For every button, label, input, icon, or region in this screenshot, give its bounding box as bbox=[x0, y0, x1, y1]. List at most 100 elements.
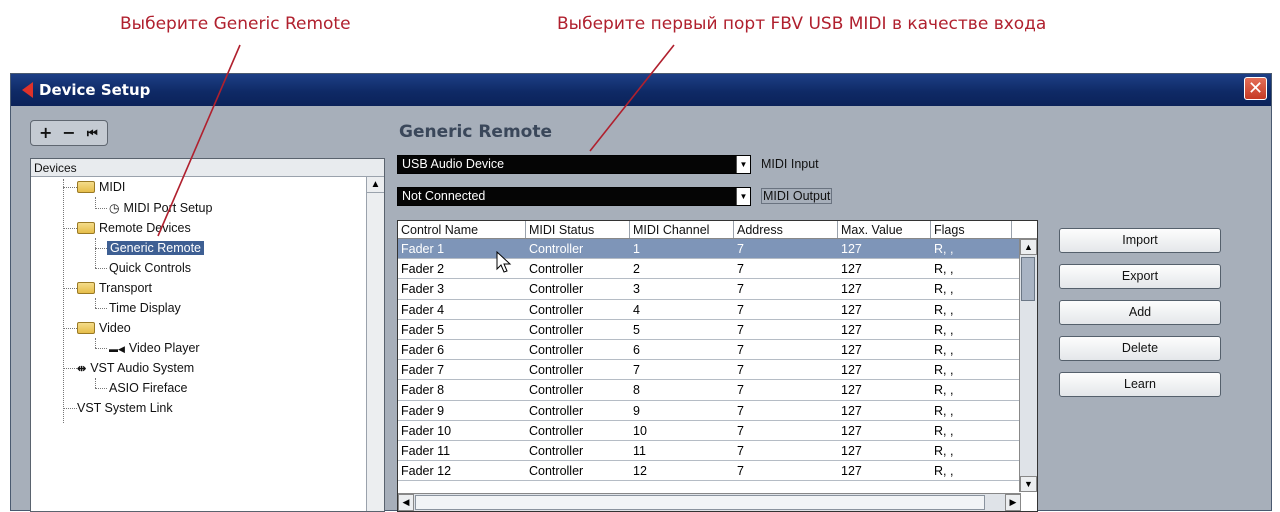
scroll-left-icon[interactable]: ◀ bbox=[398, 494, 414, 511]
table-cell: Fader 3 bbox=[401, 282, 445, 297]
table-cell: Controller bbox=[529, 403, 584, 418]
chevron-down-icon[interactable]: ▼ bbox=[736, 188, 750, 205]
table-cell: 4 bbox=[633, 302, 640, 317]
table-cell: 12 bbox=[633, 464, 647, 479]
table-cell: Fader 9 bbox=[401, 403, 445, 418]
reset-device-button[interactable]: ⏮ bbox=[82, 123, 102, 143]
remove-device-button[interactable]: − bbox=[59, 123, 79, 143]
tree-item-video[interactable]: Video bbox=[77, 319, 131, 337]
table-row[interactable]: Fader 11 Controller 11 7 127 R, , bbox=[398, 440, 1037, 462]
table-cell: R, , bbox=[934, 464, 954, 479]
column-header[interactable]: Address bbox=[734, 221, 838, 238]
table-cell: Controller bbox=[529, 302, 584, 317]
table-row[interactable]: Fader 5 Controller 5 7 127 R, , bbox=[398, 319, 1037, 340]
table-row[interactable]: Fader 7 Controller 7 7 127 R, , bbox=[398, 360, 1037, 381]
table-cell: 7 bbox=[737, 464, 744, 479]
column-header[interactable]: MIDI Channel bbox=[630, 221, 734, 238]
table-row[interactable]: Fader 1 Controller 1 7 127 R, , bbox=[398, 239, 1037, 260]
table-vertical-scrollbar[interactable]: ▲ ▼ bbox=[1019, 239, 1037, 492]
table-header: Control Name MIDI Status MIDI Channel Ad… bbox=[398, 221, 1037, 239]
annotation-select-generic-remote: Выберите Generic Remote bbox=[120, 14, 351, 34]
scroll-thumb[interactable] bbox=[1021, 257, 1035, 301]
midi-input-select[interactable]: USB Audio Device ▼ bbox=[397, 155, 751, 174]
table-row[interactable]: Fader 2 Controller 2 7 127 R, , bbox=[398, 259, 1037, 280]
table-cell: R, , bbox=[934, 342, 954, 357]
table-cell: Fader 5 bbox=[401, 322, 445, 337]
column-header[interactable]: Flags bbox=[931, 221, 1012, 238]
table-cell: 6 bbox=[633, 342, 640, 357]
table-cell: 2 bbox=[633, 262, 640, 277]
table-row[interactable]: Fader 4 Controller 4 7 127 R, , bbox=[398, 299, 1037, 320]
table-cell: Controller bbox=[529, 423, 584, 438]
close-icon: ✕ bbox=[1247, 78, 1264, 99]
table-cell: 127 bbox=[841, 322, 862, 337]
video-icon: ▬◀ bbox=[109, 344, 125, 354]
table-row[interactable]: Fader 12 Controller 12 7 127 R, , bbox=[398, 461, 1037, 482]
export-button[interactable]: Export bbox=[1059, 264, 1221, 289]
table-cell: 11 bbox=[633, 443, 646, 458]
controls-table: Control Name MIDI Status MIDI Channel Ad… bbox=[397, 220, 1038, 512]
add-button[interactable]: Add bbox=[1059, 300, 1221, 325]
table-cell: 7 bbox=[737, 383, 744, 398]
table-cell: Controller bbox=[529, 443, 584, 458]
tree-item-video-player[interactable]: ▬◀ Video Player bbox=[109, 339, 200, 357]
table-horizontal-scrollbar[interactable]: ◀ ▶ bbox=[398, 493, 1021, 511]
chevron-down-icon[interactable]: ▼ bbox=[736, 156, 750, 173]
tree-item-asio-fireface[interactable]: ASIO Fireface bbox=[109, 379, 188, 397]
table-cell: Controller bbox=[529, 363, 584, 378]
tree-item-time-display[interactable]: Time Display bbox=[109, 299, 181, 317]
table-cell: R, , bbox=[934, 423, 954, 438]
column-header[interactable]: Control Name bbox=[398, 221, 526, 238]
table-row[interactable]: Fader 6 Controller 6 7 127 R, , bbox=[398, 339, 1037, 361]
table-cell: 127 bbox=[841, 464, 862, 479]
column-header[interactable]: Max. Value bbox=[838, 221, 931, 238]
learn-button[interactable]: Learn bbox=[1059, 372, 1221, 397]
table-row[interactable]: Fader 8 Controller 8 7 127 R, , bbox=[398, 380, 1037, 401]
tree-item-generic-remote[interactable]: Generic Remote bbox=[107, 239, 205, 257]
tree-item-vst-system-link[interactable]: VST System Link bbox=[77, 399, 173, 417]
table-row[interactable]: Fader 3 Controller 3 7 127 R, , bbox=[398, 279, 1037, 300]
tree-item-quick-controls[interactable]: Quick Controls bbox=[109, 259, 191, 277]
table-cell: 127 bbox=[841, 363, 862, 378]
scroll-up-icon[interactable]: ▲ bbox=[367, 177, 384, 193]
scroll-thumb-horizontal[interactable] bbox=[415, 495, 985, 510]
scroll-down-icon[interactable]: ▼ bbox=[1020, 476, 1037, 492]
tree-item-vst-audio-system[interactable]: ⇹ VST Audio System bbox=[77, 359, 194, 377]
table-cell: 7 bbox=[737, 282, 744, 297]
table-cell: 5 bbox=[633, 322, 640, 337]
delete-button[interactable]: Delete bbox=[1059, 336, 1221, 361]
folder-icon bbox=[77, 322, 95, 334]
table-cell: R, , bbox=[934, 262, 954, 277]
table-cell: R, , bbox=[934, 443, 954, 458]
folder-icon bbox=[77, 282, 95, 294]
tree-item-transport[interactable]: Transport bbox=[77, 279, 152, 297]
scroll-right-icon[interactable]: ▶ bbox=[1005, 494, 1021, 511]
table-cell: Controller bbox=[529, 282, 584, 297]
title-bar[interactable]: Device Setup ✕ bbox=[11, 74, 1271, 106]
scroll-up-icon[interactable]: ▲ bbox=[1020, 239, 1037, 255]
table-row[interactable]: Fader 9 Controller 9 7 127 R, , bbox=[398, 400, 1037, 421]
midi-output-select[interactable]: Not Connected ▼ bbox=[397, 187, 751, 206]
add-device-button[interactable]: + bbox=[36, 123, 56, 143]
table-cell: Controller bbox=[529, 262, 584, 277]
table-cell: Fader 11 bbox=[401, 443, 451, 458]
close-button[interactable]: ✕ bbox=[1244, 77, 1267, 100]
table-cell: 10 bbox=[633, 423, 647, 438]
table-cell: 7 bbox=[737, 242, 744, 256]
table-cell: 127 bbox=[841, 443, 862, 458]
tree-item-remote-devices[interactable]: Remote Devices bbox=[77, 219, 191, 237]
devices-tree-header: Devices bbox=[31, 159, 384, 177]
table-cell: 127 bbox=[841, 262, 862, 277]
table-row[interactable]: Fader 10 Controller 10 7 127 R, , bbox=[398, 420, 1037, 441]
table-cell: 9 bbox=[633, 403, 640, 418]
tree-scrollbar[interactable]: ▲ bbox=[366, 177, 384, 511]
table-cell: Fader 8 bbox=[401, 383, 445, 398]
devices-tree: Devices ▲ MIDI ◷ MIDI Port Setup Remote D… bbox=[30, 158, 385, 512]
midi-output-label: MIDI Output bbox=[761, 188, 833, 204]
import-button[interactable]: Import bbox=[1059, 228, 1221, 253]
column-header[interactable]: MIDI Status bbox=[526, 221, 630, 238]
tree-item-midi[interactable]: MIDI bbox=[77, 178, 125, 196]
tree-item-midi-port-setup[interactable]: ◷ MIDI Port Setup bbox=[109, 199, 212, 217]
table-cell: 127 bbox=[841, 342, 862, 357]
table-cell: 7 bbox=[737, 423, 744, 438]
